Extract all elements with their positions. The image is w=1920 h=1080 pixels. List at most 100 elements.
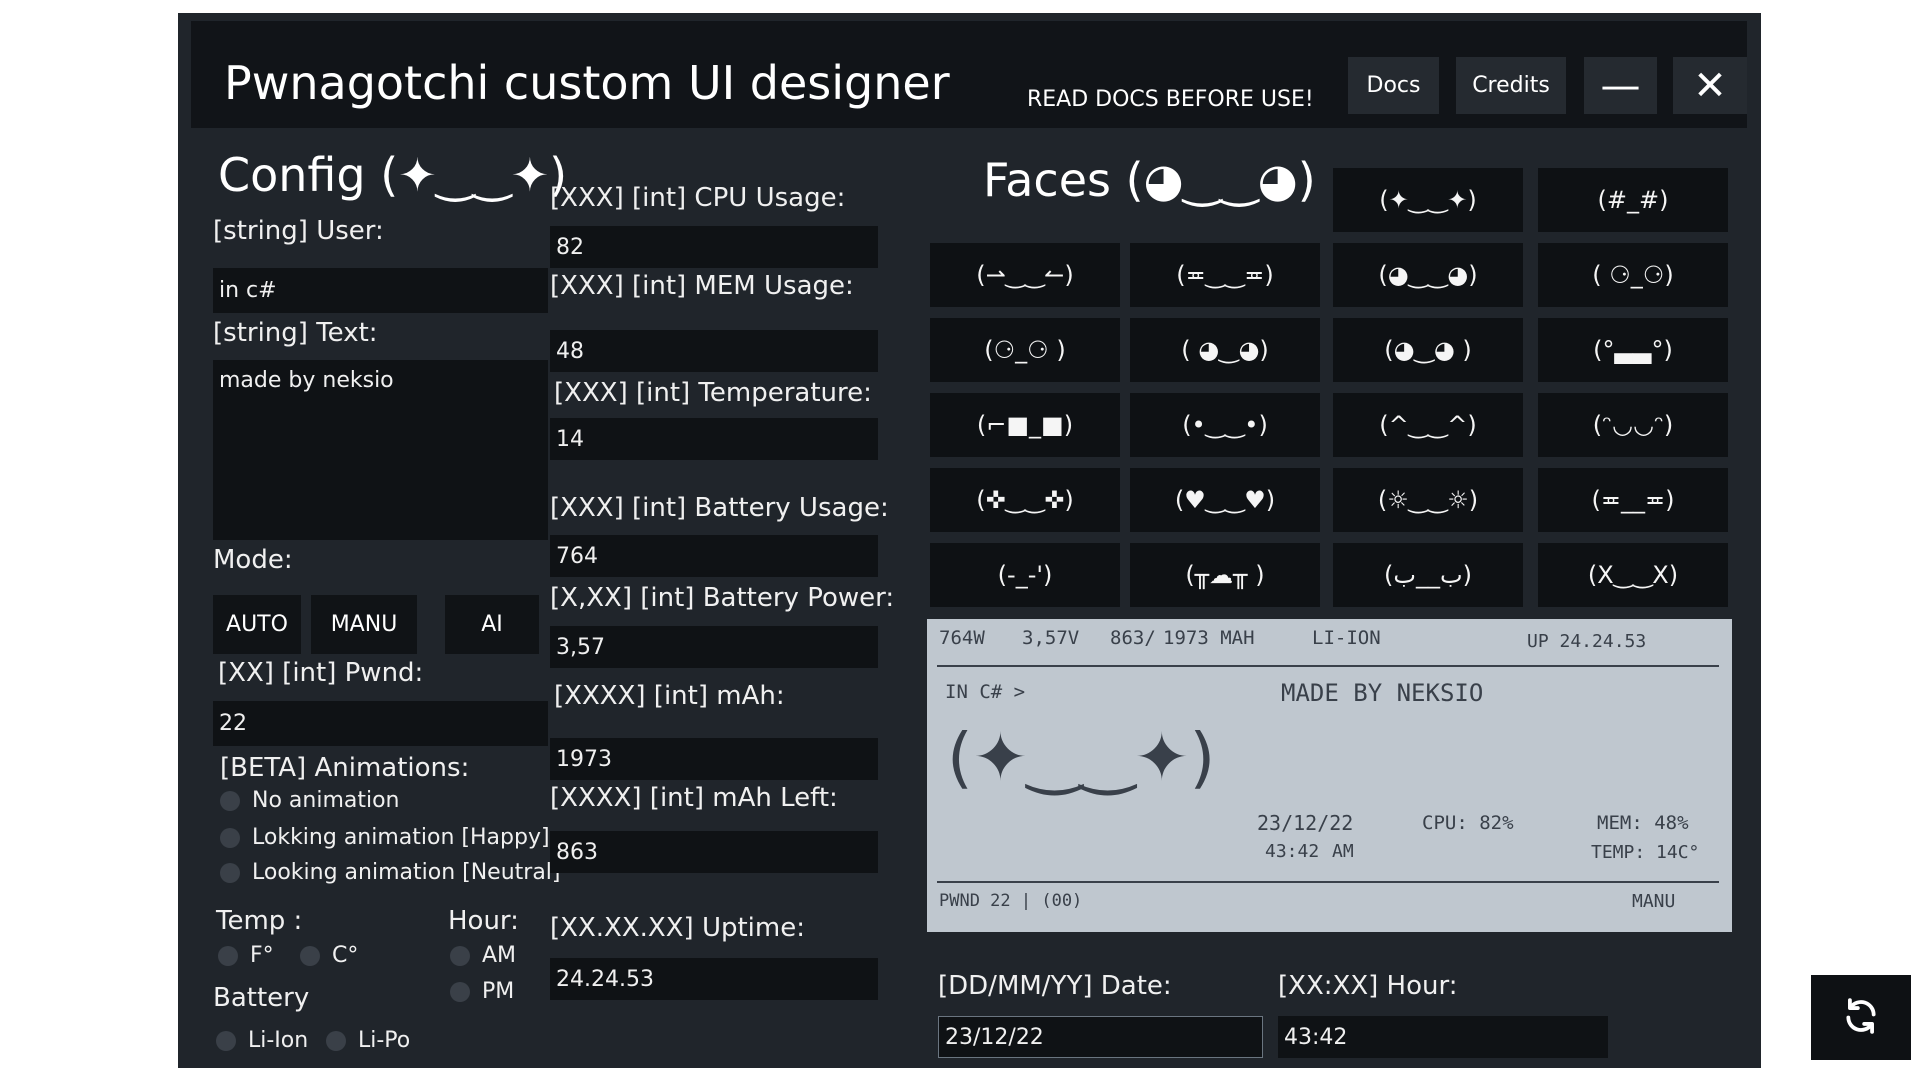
face-button[interactable]: (ᵔ◡◡ᵔ) [1538,393,1728,457]
text-label: [string] Text: [213,318,378,348]
radio-circle-icon [220,790,240,811]
radio-circle-icon [450,945,470,966]
face-button[interactable]: ( ◕‿◕) [1130,318,1320,382]
preview-ampm: AM [1332,841,1354,862]
hour-pm-radio[interactable]: PM [450,979,514,1004]
read-docs-notice: READ DOCS BEFORE USE! [1027,87,1314,112]
uptime-label: [XX.XX.XX] Uptime: [550,913,805,943]
battery-power-input[interactable]: 3,57 [550,626,878,668]
preview-screen: 764W 3,57V 863/ 1973 MAH LI-ION UP 24.24… [927,619,1732,932]
animation-happy-radio[interactable]: Lokking animation [Happy] [220,825,550,850]
battery-lipo-radio[interactable]: Li-Po [326,1028,410,1053]
temp-f-radio[interactable]: F° [218,943,274,968]
face-button[interactable]: (ب__ب) [1333,543,1523,607]
radio-circle-icon [220,827,240,848]
refresh-button[interactable] [1811,975,1911,1060]
mem-label: [XXX] [int] MEM Usage: [550,271,854,301]
face-button[interactable]: (≖__≖) [1538,468,1728,532]
date-input[interactable]: 23/12/22 [938,1016,1263,1058]
preview-user: IN C# > [945,681,1026,703]
face-button[interactable]: (⇀‿‿↼) [930,243,1120,307]
radio-label: No animation [252,788,400,813]
mem-input[interactable]: 48 [550,330,878,372]
minimize-button[interactable]: — [1584,57,1657,114]
battery-label: Battery [213,983,310,1013]
preview-time: 43:42 [1265,841,1320,862]
face-button[interactable]: (☼‿‿☼) [1333,468,1523,532]
battery-liion-radio[interactable]: Li-Ion [216,1028,308,1053]
face-button[interactable]: (◕‿‿◕) [1333,243,1523,307]
pwnd-label: [XX] [int] Pwnd: [218,658,424,688]
date-label: [DD/MM/YY] Date: [938,971,1172,1001]
radio-label: Lokking animation [Happy] [252,825,550,850]
face-button[interactable]: (°▃▃°) [1538,318,1728,382]
battery-usage-input[interactable]: 764 [550,535,878,577]
preview-uptime: UP 24.24.53 [1527,631,1647,652]
face-button[interactable]: (X‿‿X) [1538,543,1728,607]
preview-mah-left: 863/ [1110,627,1156,649]
mode-manu-button[interactable]: MANU [311,595,417,654]
radio-label: PM [482,979,515,1004]
user-input[interactable]: in c# [213,268,548,313]
uptime-input[interactable]: 24.24.53 [550,958,878,1000]
face-button[interactable]: (✜‿‿✜) [930,468,1120,532]
preview-pwnd: PWND 22 | (00) [939,891,1083,911]
face-button[interactable]: (◕‿◕ ) [1333,318,1523,382]
preview-mem: MEM: 48% [1597,812,1689,834]
hour-input[interactable]: 43:42 [1278,1016,1608,1058]
app-title: Pwnagotchi custom UI designer [224,56,950,110]
radio-label: Li-Ion [248,1028,309,1053]
preview-temp: TEMP: 14C° [1591,842,1700,863]
radio-label: Looking animation [Neutral] [252,860,561,885]
battery-power-label: [X,XX] [int] Battery Power: [550,583,895,613]
face-button[interactable]: (╥☁╥ ) [1130,543,1320,607]
title-bar: Pwnagotchi custom UI designer READ DOCS … [191,21,1747,128]
mah-input[interactable]: 1973 [550,738,878,780]
credits-button[interactable]: Credits [1456,57,1566,114]
radio-label: C° [332,943,359,968]
text-input[interactable]: made by neksio [213,360,548,540]
cpu-label: [XXX] [int] CPU Usage: [550,183,846,213]
faces-title: Faces (◕‿‿◕) [983,153,1316,207]
mah-left-input[interactable]: 863 [550,831,878,873]
preview-battery-power: 3,57V [1022,627,1080,649]
close-button[interactable]: ✕ [1673,57,1747,114]
hour-input-label: [XX:XX] Hour: [1278,971,1458,1001]
mode-ai-button[interactable]: AI [445,595,539,654]
user-label: [string] User: [213,216,384,246]
preview-battery-usage: 764W [939,627,985,649]
face-button[interactable]: (#_#) [1538,168,1728,232]
radio-circle-icon [450,981,470,1002]
preview-bottom-divider [937,881,1719,883]
face-button[interactable]: (-_-') [930,543,1120,607]
temp-label: Temp : [216,906,303,936]
mah-label: [XXXX] [int] mAh: [554,681,785,711]
animation-none-radio[interactable]: No animation [220,788,400,813]
face-button[interactable]: (⌐■_■) [930,393,1120,457]
face-button[interactable]: (⚆_⚆ ) [930,318,1120,382]
face-button[interactable]: ( ⚆_⚆) [1538,243,1728,307]
preview-mode: MANU [1632,891,1676,912]
mode-auto-button[interactable]: AUTO [213,595,301,654]
preview-top-divider [937,665,1719,667]
radio-circle-icon [300,945,320,966]
animation-neutral-radio[interactable]: Looking animation [Neutral] [220,860,561,885]
radio-label: AM [482,943,517,968]
temperature-input[interactable]: 14 [550,418,878,460]
mode-label: Mode: [213,545,293,575]
face-button[interactable]: (^‿‿^) [1333,393,1523,457]
face-button[interactable]: (✦‿‿✦) [1333,168,1523,232]
pwnd-input[interactable]: 22 [213,701,548,746]
preview-date: 23/12/22 [1257,811,1354,835]
radio-label: F° [250,943,274,968]
hour-label: Hour: [448,906,519,936]
temp-c-radio[interactable]: C° [300,943,358,968]
docs-button[interactable]: Docs [1348,57,1439,114]
face-button[interactable]: (♥‿‿♥) [1130,468,1320,532]
cpu-input[interactable]: 82 [550,226,878,268]
face-button[interactable]: (≖‿‿≖) [1130,243,1320,307]
face-button[interactable]: (•‿‿•) [1130,393,1320,457]
hour-am-radio[interactable]: AM [450,943,516,968]
radio-circle-icon [220,862,240,883]
radio-circle-icon [326,1030,346,1051]
